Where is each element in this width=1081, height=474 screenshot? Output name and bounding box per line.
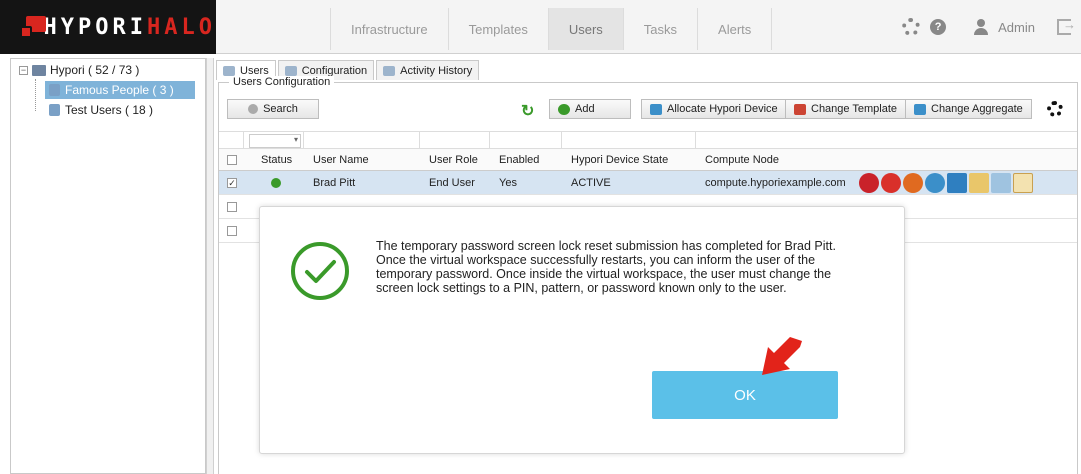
cell-compute-node: compute.hyporiexample.com [705, 176, 846, 189]
success-check-icon [291, 242, 349, 300]
change-aggregate-button[interactable]: Change Aggregate [905, 99, 1032, 119]
table-row[interactable]: ✓ Brad Pitt End User Yes ACTIVE compute.… [219, 171, 1077, 195]
row-checkbox[interactable] [227, 201, 237, 212]
stop-icon[interactable] [881, 173, 901, 193]
lock-reset-icon[interactable] [859, 173, 879, 193]
allocate-device-button[interactable]: Allocate Hypori Device [641, 99, 787, 119]
device-group-icon [49, 104, 60, 116]
current-user[interactable]: Admin [998, 20, 1035, 35]
top-header: HYPORIHALO Infrastructure Templates User… [0, 0, 1081, 54]
panel-splitter[interactable] [206, 58, 214, 474]
cell-device-state: ACTIVE [571, 176, 611, 189]
cell-user-role: End User [429, 176, 475, 189]
nav-tab-alerts[interactable]: Alerts [697, 8, 773, 50]
more-actions-icon[interactable] [1013, 173, 1033, 193]
tree-root[interactable]: − Hypori ( 52 / 73 ) [19, 61, 139, 79]
restart-icon[interactable] [925, 173, 945, 193]
col-status[interactable]: Status [255, 149, 292, 170]
cell-enabled: Yes [499, 176, 517, 189]
nav-tab-tasks[interactable]: Tasks [622, 8, 697, 50]
status-active-icon [271, 177, 281, 188]
stats-chart-icon[interactable] [947, 173, 967, 193]
col-compute-node[interactable]: Compute Node [699, 149, 779, 170]
grid-filter-row: ▾ [219, 131, 1077, 149]
nav-tab-users[interactable]: Users [547, 8, 623, 50]
help-icon[interactable]: ? [930, 19, 947, 35]
col-enabled[interactable]: Enabled [493, 149, 539, 170]
nav-tab-templates[interactable]: Templates [447, 8, 548, 50]
nav-tab-infrastructure[interactable]: Infrastructure [330, 8, 448, 50]
dialog-message: The temporary password screen lock reset… [376, 239, 836, 295]
change-template-button[interactable]: Change Template [785, 99, 907, 119]
header-actions: ? Admin [902, 0, 1081, 54]
refresh-icon[interactable]: ↻ [521, 101, 534, 121]
settings-gear-icon[interactable] [902, 18, 921, 36]
status-filter-select[interactable]: ▾ [249, 134, 301, 148]
main-nav: Infrastructure Templates Users Tasks Ale… [330, 8, 773, 50]
history-icon [383, 65, 396, 76]
cell-user-name: Brad Pitt [313, 176, 356, 189]
confirmation-dialog: The temporary password screen lock reset… [259, 206, 905, 454]
toolbar: Search ↻ Add Allocate Hypori Device Chan… [219, 97, 1077, 123]
add-button[interactable]: Add [549, 99, 631, 119]
col-user-name[interactable]: User Name [307, 149, 369, 170]
col-user-role[interactable]: User Role [423, 149, 478, 170]
search-button[interactable]: Search [227, 99, 319, 119]
users-icon [223, 65, 235, 76]
user-icon [974, 19, 989, 35]
device-icon [650, 103, 662, 115]
hypori-logo-icon [18, 14, 46, 40]
logout-icon[interactable] [1057, 17, 1076, 35]
section-title: Users Configuration [229, 76, 335, 88]
logo-text: HYPORIHALO [43, 14, 216, 40]
select-all-checkbox[interactable] [227, 154, 237, 165]
row-actions [859, 173, 1035, 193]
add-icon [558, 103, 570, 115]
view-icon[interactable] [991, 173, 1011, 193]
tree-root-label: Hypori ( 52 / 73 ) [50, 63, 140, 77]
grid-header: Status User Name User Role Enabled Hypor… [219, 149, 1077, 171]
logo: HYPORIHALO [0, 0, 216, 54]
row-checkbox[interactable]: ✓ [227, 177, 237, 188]
tree-item-label: Famous People ( 3 ) [65, 83, 174, 97]
grid-settings-gear-icon[interactable] [1047, 101, 1063, 117]
configuration-icon [284, 65, 297, 76]
pointer-arrow-icon [762, 337, 802, 375]
group-icon [32, 64, 46, 76]
search-icon [248, 104, 259, 114]
document-icon[interactable] [969, 173, 989, 193]
row-checkbox[interactable] [227, 225, 237, 236]
tree-item-test-users[interactable]: Test Users ( 18 ) [45, 101, 153, 119]
tree-item-label: Test Users ( 18 ) [65, 103, 154, 117]
col-device-state[interactable]: Hypori Device State [565, 149, 668, 170]
tree-item-famous-people[interactable]: Famous People ( 3 ) [45, 81, 195, 99]
collapse-icon[interactable]: − [19, 65, 28, 75]
pause-icon[interactable] [903, 173, 923, 193]
grid-filter-toggle-icon[interactable] [1063, 131, 1077, 171]
ok-button[interactable]: OK [652, 371, 838, 419]
tab-activity-history[interactable]: Activity History [376, 60, 480, 80]
template-icon [794, 103, 806, 115]
aggregate-icon [914, 103, 926, 115]
device-group-icon [49, 84, 60, 96]
group-tree: − Hypori ( 52 / 73 ) Famous People ( 3 )… [10, 58, 206, 474]
